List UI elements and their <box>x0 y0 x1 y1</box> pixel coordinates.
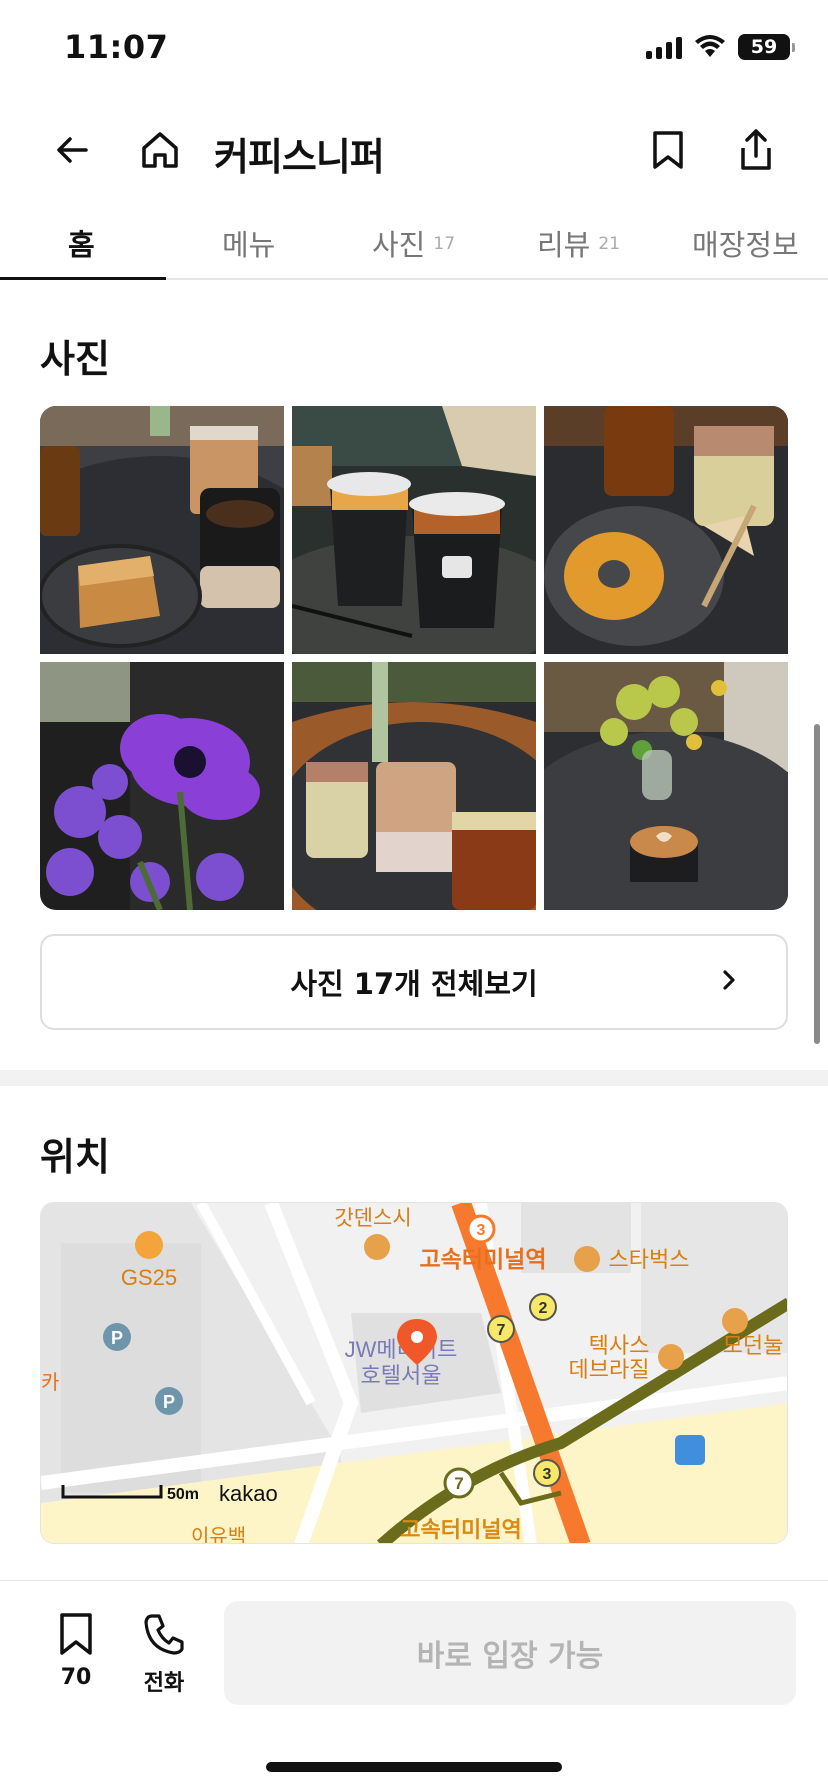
tab-menu-label: 메뉴 <box>222 228 276 262</box>
svg-text:2: 2 <box>539 1300 548 1317</box>
subway-line-7-marker-2: 7 <box>443 1467 475 1499</box>
view-all-photos-button[interactable]: 사진 17개 전체보기 <box>40 934 788 1030</box>
enter-now-button[interactable]: 바로 입장 가능 <box>224 1601 796 1705</box>
photo-thumbnail-4[interactable] <box>40 662 284 910</box>
location-section-title: 위치 <box>40 1135 110 1179</box>
page-title: 커피스니퍼 <box>214 135 385 179</box>
map-label-gs25: GS25 <box>121 1265 177 1290</box>
map-label-terminal-station-2: 고속터미널역 <box>400 1517 521 1542</box>
tab-reviews[interactable]: 리뷰 21 <box>537 222 620 264</box>
chevron-right-icon <box>723 970 735 990</box>
photo-thumbnail-2[interactable] <box>292 406 536 654</box>
photo-thumbnail-3[interactable] <box>544 406 788 654</box>
tab-bar: 홈 메뉴 사진 17 리뷰 21 매장정보 <box>0 208 828 280</box>
status-icons: 59 <box>646 34 795 60</box>
map-label-edge: 카 <box>41 1371 59 1394</box>
call-label: 전화 <box>143 1671 185 1696</box>
tab-photos-count: 17 <box>433 234 456 254</box>
subway-line-3-marker: 3 <box>466 1214 496 1244</box>
section-divider <box>0 1070 828 1086</box>
map-label-jw-marriott-2: 호텔서울 <box>361 1363 442 1388</box>
kakao-map-logo: kakao <box>219 1481 278 1506</box>
svg-text:7: 7 <box>454 1474 463 1493</box>
map-label-texas-2: 데브라질 <box>569 1357 650 1382</box>
wifi-icon <box>695 35 725 57</box>
photo-thumbnail-6[interactable] <box>544 662 788 910</box>
home-icon <box>142 132 178 168</box>
location-map[interactable]: 3 2 7 7 3 GS25 갓덴스시 고속터미널역 스타벅스 P P JW메리… <box>40 1202 788 1544</box>
top-navigation: 커피스니퍼 <box>0 110 828 190</box>
map-label-truncated: 이유백 <box>191 1525 246 1544</box>
map-label-modern: 모던눌 <box>723 1333 784 1358</box>
photo-grid <box>40 406 788 910</box>
bookmark-button[interactable] <box>640 122 696 178</box>
save-count: 70 <box>60 1665 92 1690</box>
svg-text:7: 7 <box>497 1322 506 1339</box>
share-icon <box>741 129 771 170</box>
subway-line-7-marker: 7 <box>487 1315 515 1343</box>
map-label-terminal-station: 고속터미널역 <box>420 1246 547 1272</box>
tab-reviews-count: 21 <box>598 234 621 254</box>
tab-photos-label: 사진 <box>372 228 426 262</box>
tab-store-info-label: 매장정보 <box>692 228 799 262</box>
view-all-photos-label: 사진 17개 전체보기 <box>290 967 538 1001</box>
home-button[interactable] <box>132 122 188 178</box>
back-arrow-icon <box>57 137 88 163</box>
restaurant-icon-3 <box>722 1308 748 1334</box>
status-bar: 11:07 59 <box>0 0 828 100</box>
svg-text:P: P <box>111 1328 123 1348</box>
tab-store-info[interactable]: 매장정보 <box>692 222 799 264</box>
cellular-signal-icon <box>646 35 682 59</box>
svg-text:3: 3 <box>477 1222 486 1239</box>
call-button[interactable]: 전화 <box>124 1611 204 1697</box>
bus-stop-icon <box>675 1435 705 1465</box>
map-label-gatden: 갓덴스시 <box>334 1207 411 1230</box>
phone-icon <box>144 1614 184 1655</box>
photos-section-title: 사진 <box>40 337 110 381</box>
bookmark-icon <box>60 1613 92 1655</box>
subway-line-2-marker: 2 <box>529 1293 557 1321</box>
active-tab-indicator <box>0 277 166 280</box>
restaurant-icon-2 <box>658 1344 684 1370</box>
back-button[interactable] <box>44 122 100 178</box>
map-label-starbucks: 스타벅스 <box>609 1247 690 1272</box>
restaurant-icon <box>364 1234 390 1260</box>
photo-thumbnail-1[interactable] <box>40 406 284 654</box>
tab-home[interactable]: 홈 <box>68 222 95 264</box>
map-scale-label: 50m <box>167 1486 199 1503</box>
battery-level: 59 <box>750 36 778 58</box>
convenience-store-icon <box>135 1231 163 1259</box>
share-button[interactable] <box>728 122 784 178</box>
bookmark-icon <box>653 131 683 169</box>
battery-icon: 59 <box>738 34 795 60</box>
enter-now-label: 바로 입장 가능 <box>416 1639 604 1674</box>
map-label-texas: 텍사스 <box>589 1333 650 1358</box>
save-button[interactable]: 70 <box>36 1611 116 1690</box>
svg-text:3: 3 <box>543 1466 552 1483</box>
bottom-action-bar: 70 전화 바로 입장 가능 <box>0 1580 828 1792</box>
scroll-bar[interactable] <box>814 724 820 1044</box>
tab-menu[interactable]: 메뉴 <box>222 222 275 264</box>
home-indicator <box>266 1762 562 1772</box>
cafe-icon <box>574 1246 600 1272</box>
status-time: 11:07 <box>64 28 169 66</box>
tab-reviews-label: 리뷰 <box>537 228 591 262</box>
subway-line-3-marker-2: 3 <box>533 1459 561 1487</box>
tab-home-label: 홈 <box>68 228 95 262</box>
tab-photos[interactable]: 사진 17 <box>372 222 455 264</box>
svg-text:P: P <box>163 1392 175 1412</box>
photo-thumbnail-5[interactable] <box>292 662 536 910</box>
